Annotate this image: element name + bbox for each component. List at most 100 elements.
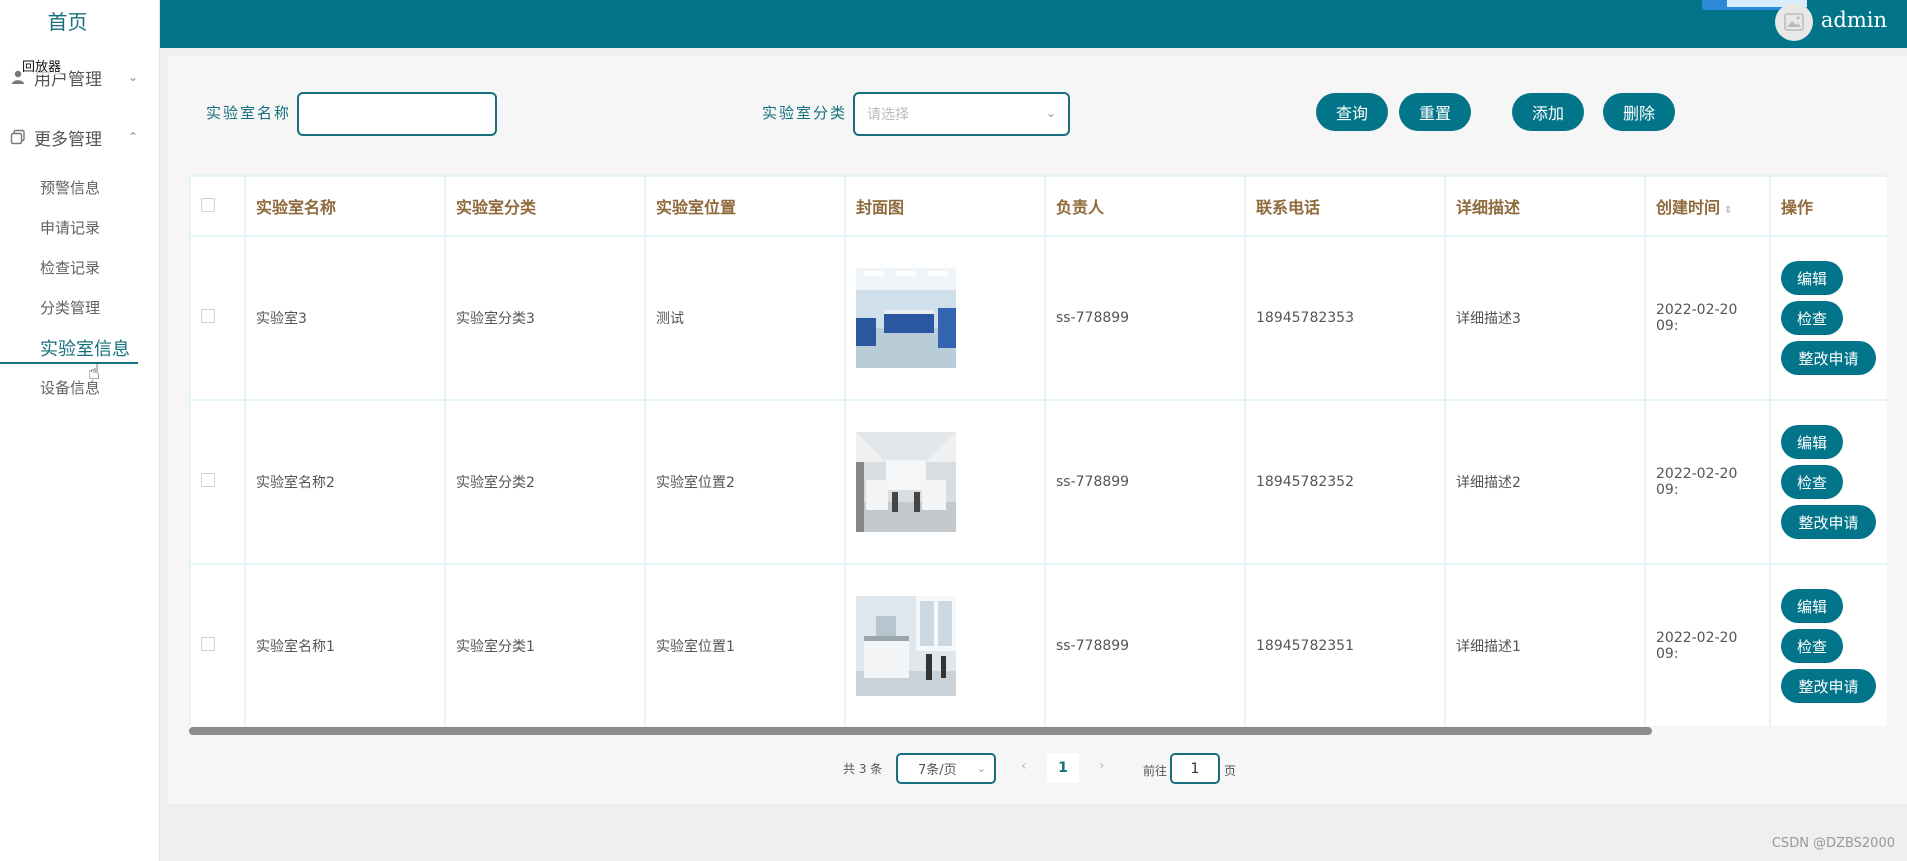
col-created[interactable]: 创建时间 ⇕ <box>1644 175 1771 237</box>
row-checkbox[interactable] <box>201 309 215 323</box>
chevron-up-icon: ⌃ <box>127 130 138 144</box>
lab-cover-image[interactable] <box>856 268 956 368</box>
cell-name: 实验室名称2 <box>244 399 446 565</box>
cell-desc: 详细描述1 <box>1444 563 1646 726</box>
goto-page-input[interactable] <box>1170 753 1220 784</box>
watermark: CSDN @DZBS2000 <box>1771 836 1895 851</box>
col-name: 实验室名称 <box>244 175 446 237</box>
row-checkbox[interactable] <box>201 473 215 487</box>
chevron-down-icon: ⌄ <box>1045 106 1056 120</box>
table-row: 实验室名称2 实验室分类2 实验室位置2 ss-778899 189457823… <box>189 399 1887 565</box>
lab-category-select[interactable]: 请选择 ⌄ <box>853 92 1070 136</box>
cell-created: 2022-02-20 09: <box>1644 235 1771 401</box>
avatar[interactable] <box>1775 3 1813 41</box>
cell-actions: 编辑 检查 整改申请 <box>1769 563 1887 726</box>
lab-cover-image[interactable] <box>856 432 956 532</box>
sidebar: 首页 用户管理 ⌄ 回放器 更多管理 ⌃ 预警信息 申请记录 检查记录 分类管理… <box>0 0 160 861</box>
edit-button[interactable]: 编辑 <box>1781 261 1843 295</box>
active-indicator <box>0 362 138 364</box>
add-button[interactable]: 添加 <box>1512 93 1584 131</box>
col-actions: 操作 <box>1769 175 1887 237</box>
edit-button[interactable]: 编辑 <box>1781 589 1843 623</box>
home-link[interactable]: 首页 <box>0 6 135 35</box>
page-number-current[interactable]: 1 <box>1047 753 1079 783</box>
image-icon <box>1784 13 1804 31</box>
menu-group-more-management[interactable]: 更多管理 ⌃ <box>0 117 160 157</box>
goto-label: 前往 <box>1143 764 1168 778</box>
username[interactable]: admin <box>1821 8 1887 32</box>
cell-location: 测试 <box>644 235 846 401</box>
cell-cover <box>844 235 1046 401</box>
sidebar-item-categories[interactable]: 分类管理 <box>40 297 100 318</box>
cell-phone: 18945782353 <box>1244 235 1446 401</box>
cell-owner: ss-778899 <box>1044 235 1246 401</box>
next-page-icon[interactable]: › <box>1099 758 1105 774</box>
cell-desc: 详细描述2 <box>1444 399 1646 565</box>
lab-name-input[interactable] <box>297 92 497 136</box>
cell-name: 实验室3 <box>244 235 446 401</box>
prev-page-icon[interactable]: ‹ <box>1021 758 1027 774</box>
page-size-value: 7条/页 <box>918 763 957 778</box>
cell-category: 实验室分类1 <box>444 563 646 726</box>
col-phone: 联系电话 <box>1244 175 1446 237</box>
row-select-cell <box>189 563 246 726</box>
top-header: admin <box>160 0 1907 48</box>
lab-category-label: 实验室分类 <box>762 104 848 122</box>
cell-category: 实验室分类2 <box>444 399 646 565</box>
sidebar-item-applications[interactable]: 申请记录 <box>40 217 100 238</box>
cell-phone: 18945782352 <box>1244 399 1446 565</box>
cell-actions: 编辑 检查 整改申请 <box>1769 399 1887 565</box>
tooltip: 回放器 <box>22 56 62 75</box>
cell-owner: ss-778899 <box>1044 399 1246 565</box>
sidebar-item-warning[interactable]: 预警信息 <box>40 177 100 198</box>
cell-owner: ss-778899 <box>1044 563 1246 726</box>
cell-location: 实验室位置1 <box>644 563 846 726</box>
row-select-cell <box>189 235 246 401</box>
select-all-cell <box>189 175 246 237</box>
horizontal-scrollbar[interactable] <box>189 727 1652 735</box>
sidebar-item-inspections[interactable]: 检查记录 <box>40 257 100 278</box>
cell-created: 2022-02-20 09: <box>1644 563 1771 726</box>
select-all-checkbox[interactable] <box>201 197 215 212</box>
sidebar-item-lab-info[interactable]: 实验室信息 <box>40 335 130 361</box>
row-select-cell <box>189 399 246 565</box>
col-location: 实验室位置 <box>644 175 846 237</box>
rectify-button[interactable]: 整改申请 <box>1781 341 1876 375</box>
query-button[interactable]: 查询 <box>1316 93 1388 131</box>
col-desc: 详细描述 <box>1444 175 1646 237</box>
lab-cover-image[interactable] <box>856 596 956 696</box>
sort-icon[interactable]: ⇕ <box>1724 205 1732 216</box>
table-row: 实验室3 实验室分类3 测试 ss-778899 18945782353 详细描… <box>189 235 1887 401</box>
check-button[interactable]: 检查 <box>1781 301 1843 335</box>
rectify-button[interactable]: 整改申请 <box>1781 505 1876 539</box>
edit-button[interactable]: 编辑 <box>1781 425 1843 459</box>
rectify-button[interactable]: 整改申请 <box>1781 669 1876 703</box>
cell-location: 实验室位置2 <box>644 399 846 565</box>
delete-button[interactable]: 删除 <box>1603 93 1675 131</box>
cell-desc: 详细描述3 <box>1444 235 1646 401</box>
row-checkbox[interactable] <box>201 637 215 651</box>
col-cover: 封面图 <box>844 175 1046 237</box>
page-suffix: 页 <box>1224 764 1237 778</box>
cell-category: 实验室分类3 <box>444 235 646 401</box>
cell-phone: 18945782351 <box>1244 563 1446 726</box>
pager-total: 共 3 条 <box>843 762 883 776</box>
menu-group-label: 更多管理 <box>34 129 102 150</box>
table-header-row: 实验室名称 实验室分类 实验室位置 封面图 负责人 联系电话 详细描述 创建时间… <box>189 175 1887 237</box>
chevron-down-icon: ⌄ <box>127 70 138 84</box>
lab-table: 实验室名称 实验室分类 实验室位置 封面图 负责人 联系电话 详细描述 创建时间… <box>189 175 1887 726</box>
col-category: 实验室分类 <box>444 175 646 237</box>
cell-actions: 编辑 检查 整改申请 <box>1769 235 1887 401</box>
pointer-cursor-icon: ☝ <box>88 360 101 384</box>
check-button[interactable]: 检查 <box>1781 629 1843 663</box>
cell-cover <box>844 399 1046 565</box>
chevron-down-icon: ⌄ <box>976 762 986 775</box>
reset-button[interactable]: 重置 <box>1399 93 1471 131</box>
cell-name: 实验室名称1 <box>244 563 446 726</box>
copy-icon <box>10 129 25 145</box>
table-row: 实验室名称1 实验室分类1 实验室位置1 ss-778899 189457823… <box>189 563 1887 726</box>
page-size-select[interactable]: 7条/页 ⌄ <box>896 753 996 784</box>
check-button[interactable]: 检查 <box>1781 465 1843 499</box>
col-owner: 负责人 <box>1044 175 1246 237</box>
select-placeholder: 请选择 <box>867 107 909 123</box>
